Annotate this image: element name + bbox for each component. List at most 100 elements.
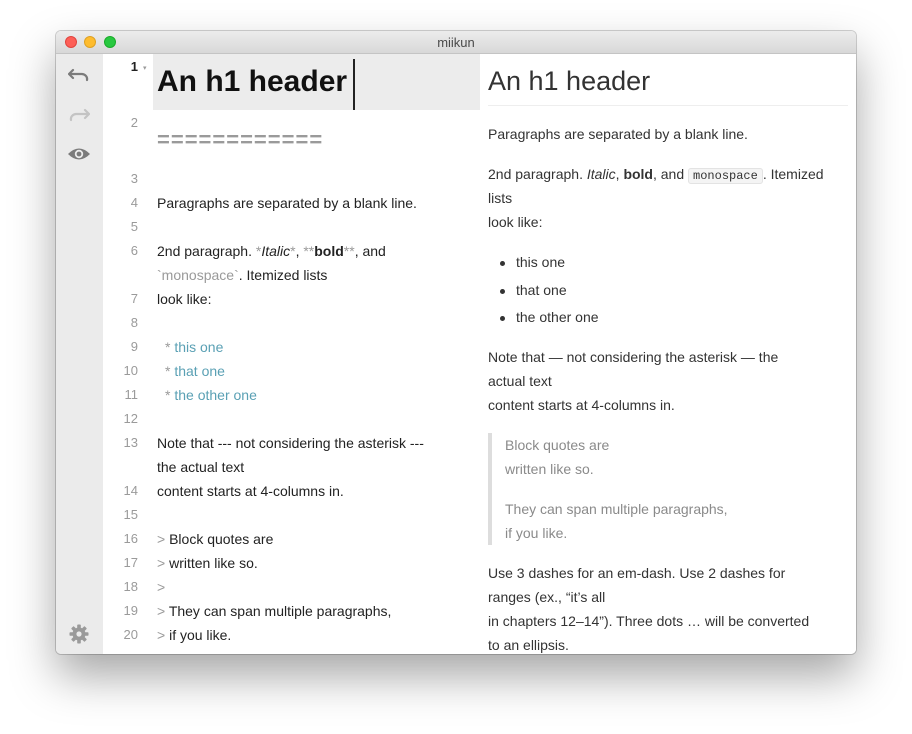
editor-line-14: content starts at 4-columns in. xyxy=(157,483,344,499)
preview-list-item: that one xyxy=(516,282,567,298)
markup-char: ** xyxy=(303,243,315,259)
list-item-text: this one xyxy=(174,339,224,355)
editor-line-6-wrap: `monospace`. Itemized lists xyxy=(157,266,327,284)
quote-marker: > xyxy=(157,531,170,547)
list-marker: * xyxy=(165,387,175,403)
markdown-editor[interactable]: An h1 header ============ Paragraphs are… xyxy=(153,54,480,654)
line-number: 19 xyxy=(123,603,138,618)
blockquote-text: Block quotes are xyxy=(505,437,610,453)
window-title: miikun xyxy=(437,35,475,50)
text-run: . Itemized lists xyxy=(238,267,328,283)
preview-paragraph-line: lists xyxy=(488,190,513,206)
editor-line-11: * the other one xyxy=(165,386,257,404)
text-run: 2nd paragraph. xyxy=(488,166,587,182)
editor-line-16: > Block quotes are xyxy=(157,530,273,548)
quote-text: if you like. xyxy=(169,627,232,643)
line-number: 8 xyxy=(130,315,138,330)
blockquote-bar xyxy=(488,433,492,545)
italic-text: Italic xyxy=(586,166,616,182)
line-number: 15 xyxy=(123,507,138,522)
quote-text: written like so. xyxy=(169,555,258,571)
line-number: 13 xyxy=(123,435,138,450)
blockquote-text: if you like. xyxy=(505,525,568,541)
line-number: 18 xyxy=(123,579,138,594)
editor-line-20: > if you like. xyxy=(157,626,231,644)
editor-line-9: * this one xyxy=(165,338,223,356)
line-number: 6 xyxy=(130,243,138,258)
preview-paragraph-line: look like: xyxy=(488,214,543,230)
bullet-icon xyxy=(500,316,505,321)
editor-line-1: An h1 header xyxy=(157,65,348,98)
preview-paragraph-line: ranges (ex., “it’s all xyxy=(488,589,606,605)
line-number: 20 xyxy=(123,627,138,642)
list-item-text: the other one xyxy=(174,387,257,403)
blockquote-text: written like so. xyxy=(505,461,594,477)
preview-paragraph-line: actual text xyxy=(488,373,552,389)
preview-paragraph-line: in chapters 12–14”). Three dots … will b… xyxy=(488,613,810,629)
quote-marker: > xyxy=(157,579,166,595)
editor-line-13-wrap: the actual text xyxy=(157,459,245,475)
preview-list-item: the other one xyxy=(516,309,599,325)
title-bar[interactable]: miikun xyxy=(56,31,856,54)
editor-line-17: > written like so. xyxy=(157,554,258,572)
preview-paragraph-line: to an ellipsis. xyxy=(488,637,569,653)
bold-text: bold xyxy=(314,243,344,259)
line-number: 14 xyxy=(123,483,138,498)
fold-arrow-icon[interactable]: ▾ xyxy=(143,64,147,72)
quote-text: Block quotes are xyxy=(169,531,274,547)
quote-marker: > xyxy=(157,627,170,643)
preview-heading: An h1 header xyxy=(488,66,651,96)
app-window: miikun 1 ▾ 2 3 4 5 6 7 8 9 10 11 12 13 1… xyxy=(56,31,856,654)
preview-paragraph: Use 3 dashes for an em-dash. Use 2 dashe… xyxy=(488,565,786,581)
editor-line-19: > They can span multiple paragraphs, xyxy=(157,602,391,620)
blockquote-text: They can span multiple paragraphs, xyxy=(505,501,728,517)
preview-paragraph: 2nd paragraph. Italic, bold, and monospa… xyxy=(488,162,824,188)
list-marker: * xyxy=(165,339,175,355)
editor-line-2: ============ xyxy=(157,127,324,152)
inline-code: monospace xyxy=(688,168,763,184)
heading-rule xyxy=(488,105,848,106)
line-number: 7 xyxy=(130,291,138,306)
undo-icon[interactable] xyxy=(67,63,91,87)
redo-icon[interactable] xyxy=(67,103,91,127)
markup-char: ** xyxy=(343,243,355,259)
list-marker: * xyxy=(165,363,175,379)
editor-line-10: * that one xyxy=(165,362,225,380)
editor-line-18: > xyxy=(157,578,165,596)
line-number: 5 xyxy=(130,219,138,234)
eye-icon[interactable] xyxy=(67,142,91,166)
bullet-icon xyxy=(500,261,505,266)
bullet-icon xyxy=(500,289,505,294)
line-number: 2 xyxy=(130,115,138,130)
editor-line-13: Note that --- not considering the asteri… xyxy=(157,435,424,451)
code-text: monospace xyxy=(161,267,235,283)
text-caret xyxy=(353,59,355,110)
quote-marker: > xyxy=(157,603,169,619)
text-run: , and xyxy=(652,166,689,182)
italic-text: Italic xyxy=(261,243,291,259)
text-run: , and xyxy=(354,243,386,259)
bold-text: bold xyxy=(623,166,653,182)
sidebar xyxy=(56,54,103,654)
preview-paragraph-line: content starts at 4-columns in. xyxy=(488,397,675,413)
quote-marker: > xyxy=(157,555,170,571)
line-number: 17 xyxy=(123,555,138,570)
gear-icon[interactable] xyxy=(67,622,91,646)
text-run: 2nd paragraph. xyxy=(157,243,256,259)
preview-paragraph: Note that — not considering the asterisk… xyxy=(488,349,779,365)
preview-paragraph: Paragraphs are separated by a blank line… xyxy=(488,126,748,142)
preview-list-item: this one xyxy=(516,254,566,270)
editor-line-4: Paragraphs are separated by a blank line… xyxy=(157,195,417,211)
line-number: 3 xyxy=(130,171,138,186)
editor-line-6: 2nd paragraph. *Italic*, **bold**, and xyxy=(157,242,386,260)
markdown-preview: An h1 header Paragraphs are separated by… xyxy=(480,54,856,654)
editor-line-7: look like: xyxy=(157,291,212,307)
line-number: 10 xyxy=(123,363,138,378)
line-number: 11 xyxy=(124,387,139,402)
line-number: 9 xyxy=(130,339,138,354)
line-number: 16 xyxy=(123,531,138,546)
line-number: 4 xyxy=(130,195,138,210)
line-number-gutter: 1 ▾ 2 3 4 5 6 7 8 9 10 11 12 13 14 15 16… xyxy=(103,54,153,654)
list-item-text: that one xyxy=(174,363,225,379)
text-run: . Itemized xyxy=(762,166,824,182)
